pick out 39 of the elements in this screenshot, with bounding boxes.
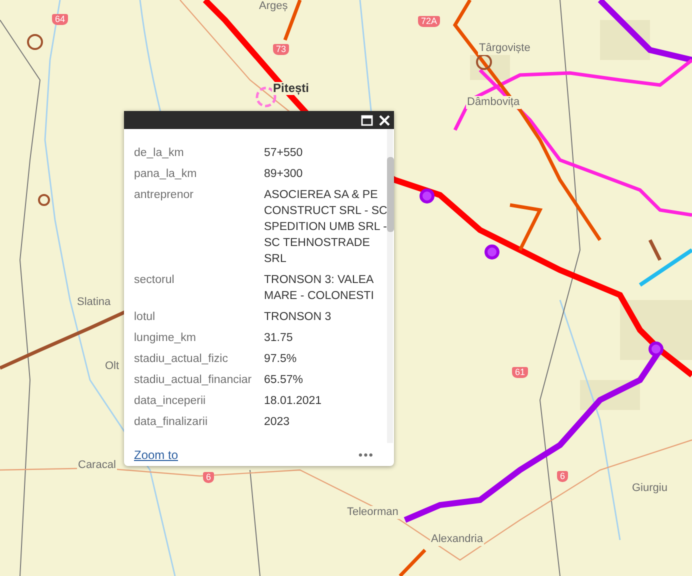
field-value: 89+300	[264, 167, 304, 182]
field-value: 97.5%	[264, 352, 298, 367]
road-shield: 72A	[418, 16, 440, 27]
field-value: 2023	[264, 415, 291, 430]
field-value: 31.75	[264, 331, 294, 346]
field-label: pana_la_km	[134, 167, 198, 182]
field-label: de_la_km	[134, 146, 185, 161]
field-label: stadiu_actual_financiar	[134, 373, 253, 388]
road-shield: 61	[512, 367, 528, 378]
field-label: data_inceperii	[134, 394, 207, 409]
place-label: Dâmbovița	[466, 96, 521, 109]
field-label: antreprenor	[134, 188, 194, 203]
place-label: Târgoviște	[478, 42, 532, 55]
field-label: lotul	[134, 310, 156, 325]
road-shield: 6	[203, 472, 214, 483]
field-value: TRONSON 3: VALEA MARE - COLONESTI	[264, 273, 375, 304]
place-label: Alexandria	[430, 533, 484, 546]
road-shield: 6	[557, 471, 568, 482]
scrollbar[interactable]	[387, 129, 393, 443]
zoom-to-link[interactable]: Zoom to	[134, 448, 178, 462]
place-label: Argeș	[258, 0, 289, 13]
place-label: Pitești	[272, 82, 310, 95]
more-button[interactable]: •••	[358, 448, 374, 462]
field-value: 65.57%	[264, 373, 304, 388]
place-label: Giurgiu	[631, 482, 668, 495]
field-label: data_finalizarii	[134, 415, 209, 430]
field-value: 18.01.2021	[264, 394, 323, 409]
road-shield: 73	[273, 44, 290, 55]
field-label: lungime_km	[134, 331, 197, 346]
close-icon[interactable]	[379, 114, 390, 126]
field-label: sectorul	[134, 273, 176, 288]
field-value: 57+550	[264, 146, 304, 161]
field-value: TRONSON 3	[264, 310, 332, 325]
road-shield: 64	[52, 14, 68, 25]
place-label: Caracal	[77, 459, 117, 472]
field-label: stadiu_actual_fizic	[134, 352, 229, 367]
maximize-icon[interactable]	[361, 114, 373, 126]
place-label: Teleorman	[346, 506, 400, 519]
field-value: ASOCIEREA SA & PE CONSTRUCT SRL - SC SPEDITION UMB SRL - SC TEHNOSTRADE SRL	[264, 188, 387, 267]
